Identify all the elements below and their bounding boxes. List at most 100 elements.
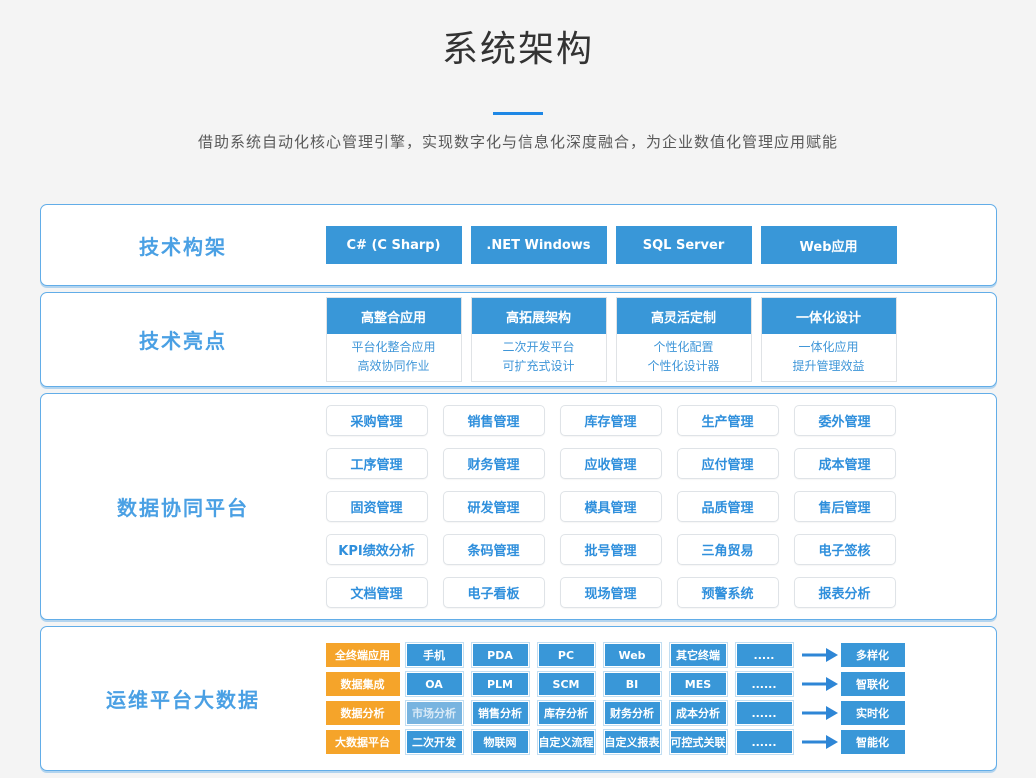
highlight-card-body: 一体化应用 提升管理效益 xyxy=(762,334,896,381)
bigdata-item[interactable]: 自定义流程 xyxy=(538,730,595,754)
module-button[interactable]: 生产管理 xyxy=(677,405,779,436)
bigdata-item[interactable]: 自定义报表 xyxy=(604,730,661,754)
highlight-card-unified[interactable]: 一体化设计 一体化应用 提升管理效益 xyxy=(761,297,897,382)
highlight-line: 高效协同作业 xyxy=(327,357,461,376)
bigdata-item[interactable]: 手机 xyxy=(406,643,463,667)
module-button[interactable]: 委外管理 xyxy=(794,405,896,436)
module-button[interactable]: 预警系统 xyxy=(677,577,779,608)
bigdata-result[interactable]: 多样化 xyxy=(841,643,905,667)
bigdata-result[interactable]: 实时化 xyxy=(841,701,905,725)
arrow-right-icon xyxy=(802,706,838,720)
bigdata-item[interactable]: Web xyxy=(604,643,661,667)
bigdata-rows: 全终端应用 手机 PDA PC Web 其它终端 ..... 多样化 数据集成 … xyxy=(326,636,996,761)
bigdata-item[interactable]: 成本分析 xyxy=(670,701,727,725)
highlight-card-title: 高拓展架构 xyxy=(472,298,606,334)
bigdata-row-platform: 大数据平台 二次开发 物联网 自定义流程 自定义报表 可控式关联 ...... … xyxy=(326,730,996,754)
module-button[interactable]: 批号管理 xyxy=(560,534,662,565)
arrow-right-icon xyxy=(802,735,838,749)
bigdata-item-more[interactable]: ...... xyxy=(736,730,793,754)
section-data-platform: 数据协同平台 采购管理 销售管理 库存管理 生产管理 委外管理 工序管理 财务管… xyxy=(40,393,997,620)
module-button[interactable]: 财务管理 xyxy=(443,448,545,479)
tech-stack-buttons: C# (C Sharp) .NET Windows SQL Server Web… xyxy=(326,226,996,264)
module-grid: 采购管理 销售管理 库存管理 生产管理 委外管理 工序管理 财务管理 应收管理 … xyxy=(326,405,996,608)
highlight-card-integration[interactable]: 高整合应用 平台化整合应用 高效协同作业 xyxy=(326,297,462,382)
section-tech-stack: 技术构架 C# (C Sharp) .NET Windows SQL Serve… xyxy=(40,204,997,286)
data-platform-body: 采购管理 销售管理 库存管理 生产管理 委外管理 工序管理 财务管理 应收管理 … xyxy=(326,405,996,608)
bigdata-row-terminals: 全终端应用 手机 PDA PC Web 其它终端 ..... 多样化 xyxy=(326,643,996,667)
highlight-card-body: 平台化整合应用 高效协同作业 xyxy=(327,334,461,381)
bigdata-row-integration: 数据集成 OA PLM SCM BI MES ...... 智联化 xyxy=(326,672,996,696)
bigdata-item-more[interactable]: ...... xyxy=(736,701,793,725)
module-button[interactable]: 研发管理 xyxy=(443,491,545,522)
sections-container: 技术构架 C# (C Sharp) .NET Windows SQL Serve… xyxy=(0,204,1036,771)
bigdata-item[interactable]: 可控式关联 xyxy=(670,730,727,754)
category-button[interactable]: 全终端应用 xyxy=(326,643,400,667)
bigdata-item[interactable]: 库存分析 xyxy=(538,701,595,725)
module-button[interactable]: 工序管理 xyxy=(326,448,428,479)
bigdata-item-more[interactable]: ...... xyxy=(736,672,793,696)
highlight-line: 个性化配置 xyxy=(617,338,751,357)
highlight-line: 二次开发平台 xyxy=(472,338,606,357)
highlight-cards: 高整合应用 平台化整合应用 高效协同作业 高拓展架构 二次开发平台 可扩充式设计… xyxy=(326,297,996,382)
module-button[interactable]: 电子签核 xyxy=(794,534,896,565)
bigdata-item[interactable]: 二次开发 xyxy=(406,730,463,754)
highlight-card-customization[interactable]: 高灵活定制 个性化配置 个性化设计器 xyxy=(616,297,752,382)
page-title: 系统架构 xyxy=(0,20,1036,72)
bigdata-label: 运维平台大数据 xyxy=(41,684,326,713)
category-button[interactable]: 大数据平台 xyxy=(326,730,400,754)
bigdata-item[interactable]: 物联网 xyxy=(472,730,529,754)
highlight-line: 可扩充式设计 xyxy=(472,357,606,376)
tech-item-web[interactable]: Web应用 xyxy=(761,226,897,264)
bigdata-row-analysis: 数据分析 市场分析 销售分析 库存分析 财务分析 成本分析 ...... 实时化 xyxy=(326,701,996,725)
highlight-line: 个性化设计器 xyxy=(617,357,751,376)
bigdata-result[interactable]: 智联化 xyxy=(841,672,905,696)
module-button[interactable]: 三角贸易 xyxy=(677,534,779,565)
bigdata-item[interactable]: 其它终端 xyxy=(670,643,727,667)
bigdata-item[interactable]: BI xyxy=(604,672,661,696)
module-button[interactable]: 现场管理 xyxy=(560,577,662,608)
module-button[interactable]: 品质管理 xyxy=(677,491,779,522)
highlight-card-extension[interactable]: 高拓展架构 二次开发平台 可扩充式设计 xyxy=(471,297,607,382)
module-button[interactable]: 库存管理 xyxy=(560,405,662,436)
data-platform-label: 数据协同平台 xyxy=(41,492,326,521)
module-button[interactable]: 应收管理 xyxy=(560,448,662,479)
section-highlights: 技术亮点 高整合应用 平台化整合应用 高效协同作业 高拓展架构 二次开发平台 可… xyxy=(40,292,997,387)
bigdata-item-more[interactable]: ..... xyxy=(736,643,793,667)
highlight-line: 提升管理效益 xyxy=(762,357,896,376)
bigdata-item[interactable]: PLM xyxy=(472,672,529,696)
module-button[interactable]: 文档管理 xyxy=(326,577,428,608)
module-button[interactable]: 电子看板 xyxy=(443,577,545,608)
tech-item-dotnet[interactable]: .NET Windows xyxy=(471,226,607,264)
arrow-right-icon xyxy=(802,648,838,662)
highlights-label: 技术亮点 xyxy=(41,325,326,354)
highlight-card-title: 高灵活定制 xyxy=(617,298,751,334)
bigdata-item[interactable]: 市场分析 xyxy=(406,701,463,725)
module-button[interactable]: 固资管理 xyxy=(326,491,428,522)
highlight-line: 平台化整合应用 xyxy=(327,338,461,357)
bigdata-item[interactable]: OA xyxy=(406,672,463,696)
bigdata-result[interactable]: 智能化 xyxy=(841,730,905,754)
module-button[interactable]: 应付管理 xyxy=(677,448,779,479)
module-button[interactable]: KPI绩效分析 xyxy=(326,534,428,565)
bigdata-item[interactable]: MES xyxy=(670,672,727,696)
tech-stack-label: 技术构架 xyxy=(41,231,326,260)
module-button[interactable]: 销售管理 xyxy=(443,405,545,436)
module-button[interactable]: 报表分析 xyxy=(794,577,896,608)
module-button[interactable]: 售后管理 xyxy=(794,491,896,522)
tech-item-sqlserver[interactable]: SQL Server xyxy=(616,226,752,264)
module-button[interactable]: 模具管理 xyxy=(560,491,662,522)
bigdata-item[interactable]: 销售分析 xyxy=(472,701,529,725)
module-button[interactable]: 成本管理 xyxy=(794,448,896,479)
bigdata-item[interactable]: PDA xyxy=(472,643,529,667)
module-button[interactable]: 条码管理 xyxy=(443,534,545,565)
bigdata-item[interactable]: 财务分析 xyxy=(604,701,661,725)
highlight-card-title: 高整合应用 xyxy=(327,298,461,334)
category-button[interactable]: 数据分析 xyxy=(326,701,400,725)
bigdata-item[interactable]: SCM xyxy=(538,672,595,696)
highlight-card-title: 一体化设计 xyxy=(762,298,896,334)
bigdata-item[interactable]: PC xyxy=(538,643,595,667)
tech-item-csharp[interactable]: C# (C Sharp) xyxy=(326,226,462,264)
category-button[interactable]: 数据集成 xyxy=(326,672,400,696)
highlight-card-body: 二次开发平台 可扩充式设计 xyxy=(472,334,606,381)
module-button[interactable]: 采购管理 xyxy=(326,405,428,436)
